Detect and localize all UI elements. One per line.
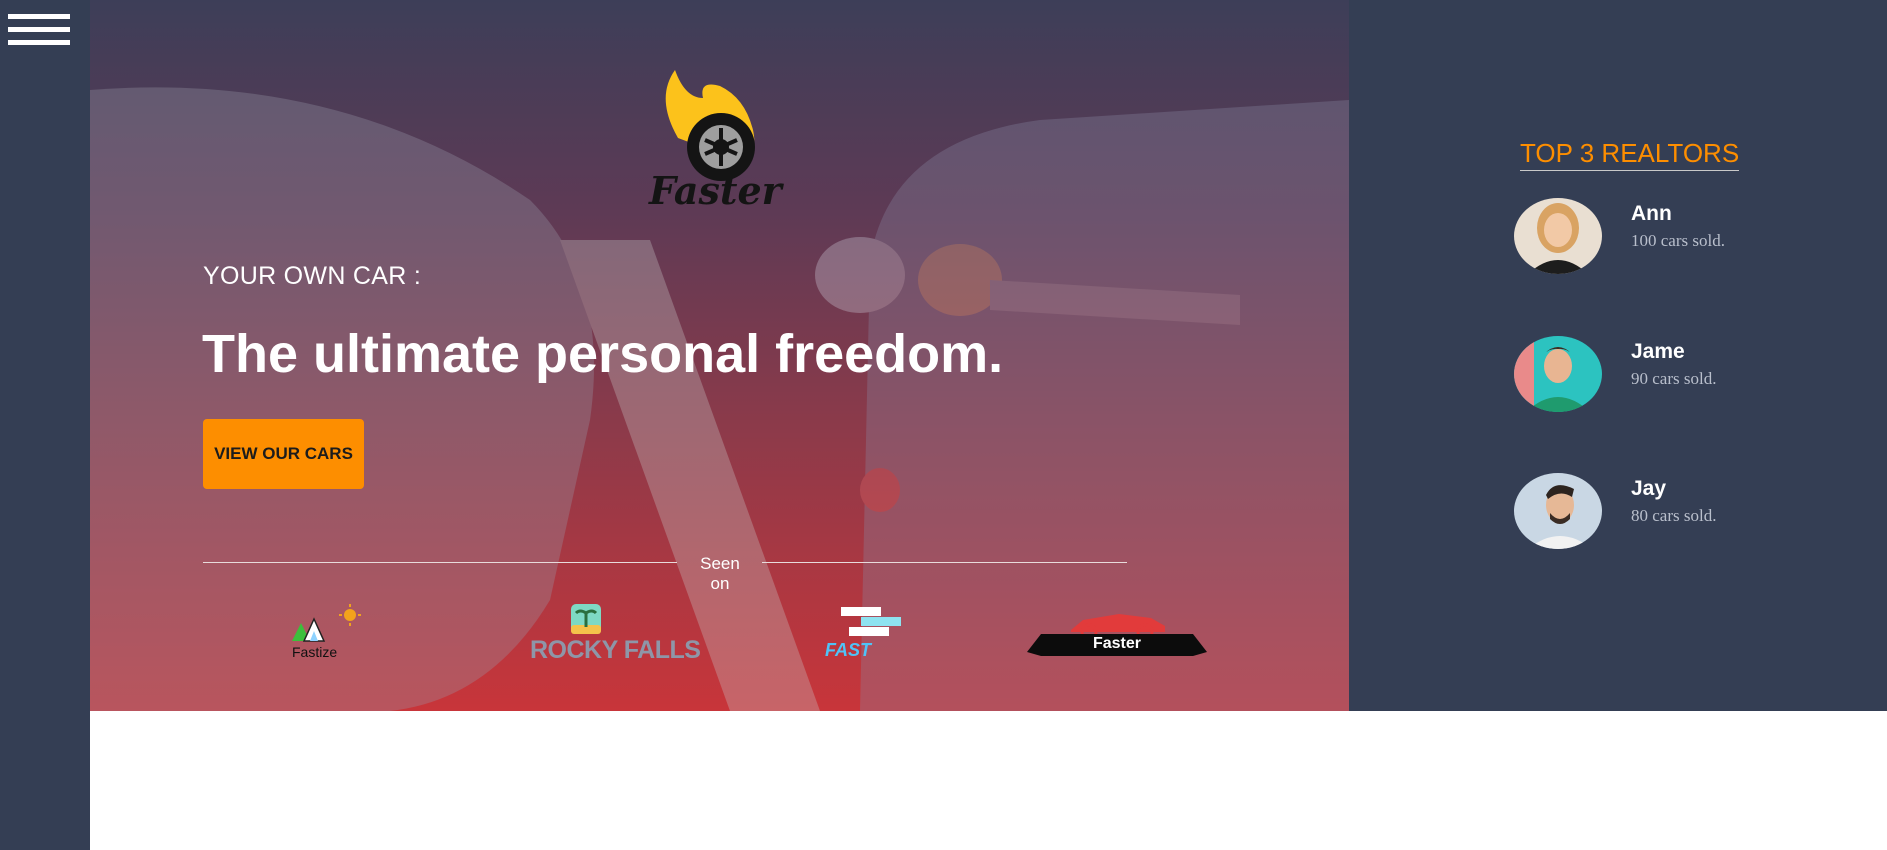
tent-trees-icon bbox=[292, 604, 361, 642]
realtor-sales: 90 cars sold. bbox=[1631, 369, 1717, 388]
svg-text:Faster: Faster bbox=[648, 168, 785, 210]
view-our-cars-button[interactable]: VIEW OUR CARS bbox=[203, 419, 364, 489]
avatar bbox=[1514, 336, 1602, 412]
realtor-sales: 80 cars sold. bbox=[1631, 506, 1717, 525]
hero-headline: The ultimate personal freedom. bbox=[202, 324, 1004, 384]
realtors-title: TOP 3 REALTORS bbox=[1520, 138, 1740, 171]
hero-section: Faster YOUR OWN CAR : The ultimate perso… bbox=[90, 0, 1349, 711]
realtor-sales: 100 cars sold. bbox=[1631, 231, 1725, 250]
avatar bbox=[1514, 198, 1602, 274]
brand-rocky-falls-logo: ROCKY FALLS bbox=[530, 603, 701, 665]
realtor-card-jay[interactable]: Jay 80 cars sold. bbox=[1514, 473, 1844, 553]
hamburger-menu-icon[interactable] bbox=[8, 14, 70, 50]
seen-on-label: Seen on bbox=[700, 554, 740, 593]
realtor-name: Ann bbox=[1631, 202, 1672, 225]
faster-logo: Faster bbox=[648, 70, 785, 210]
realtor-name: Jay bbox=[1631, 477, 1667, 500]
brand-fast-logo: FAST bbox=[825, 607, 905, 660]
realtor-card-jame[interactable]: Jame 90 cars sold. bbox=[1514, 336, 1844, 416]
seen-on-divider-left bbox=[203, 562, 677, 563]
top-realtors-panel: TOP 3 REALTORS Ann 100 cars sold. Jame 9… bbox=[1349, 0, 1887, 711]
seen-on-divider-right bbox=[762, 562, 1127, 563]
brand-fastize-logo: Fastize bbox=[290, 603, 365, 665]
realtor-name: Jame bbox=[1631, 340, 1685, 363]
realtor-card-ann[interactable]: Ann 100 cars sold. bbox=[1514, 198, 1844, 278]
brand-faster-car-logo: Faster bbox=[1027, 608, 1207, 660]
avatar bbox=[1514, 473, 1602, 549]
hero-eyebrow: YOUR OWN CAR : bbox=[203, 262, 422, 290]
speed-bars-icon bbox=[841, 607, 901, 636]
sidebar bbox=[0, 0, 90, 850]
palm-island-icon bbox=[571, 604, 601, 634]
